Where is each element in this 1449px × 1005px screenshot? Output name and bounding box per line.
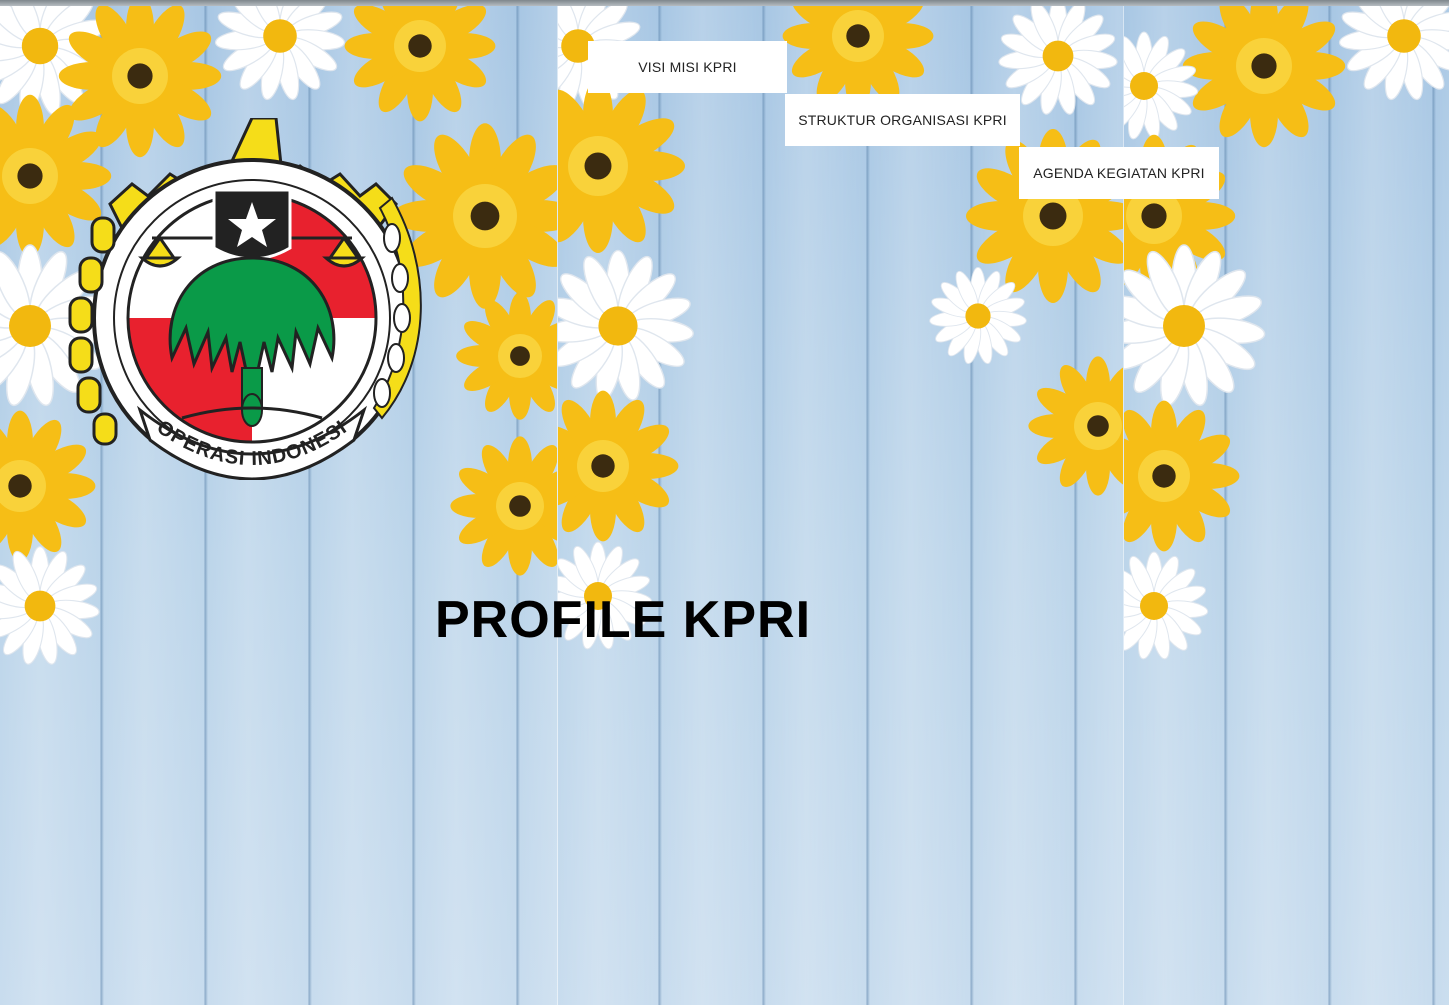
nav-agenda-kegiatan-label: AGENDA KEGIATAN KPRI [1033,165,1205,181]
nav-visi-misi-button[interactable]: VISI MISI KPRI [588,41,787,93]
nav-visi-misi-label: VISI MISI KPRI [638,59,737,75]
nav-struktur-organisasi-label: STRUKTUR ORGANISASI KPRI [798,112,1007,128]
nav-agenda-kegiatan-button[interactable]: AGENDA KEGIATAN KPRI [1019,147,1219,199]
koperasi-indonesia-logo: KOPERASI INDONESIA [62,118,422,480]
page-title: PROFILE KPRI [435,591,812,649]
star-shield-icon [212,188,292,261]
nav-struktur-organisasi-button[interactable]: STRUKTUR ORGANISASI KPRI [785,94,1020,146]
